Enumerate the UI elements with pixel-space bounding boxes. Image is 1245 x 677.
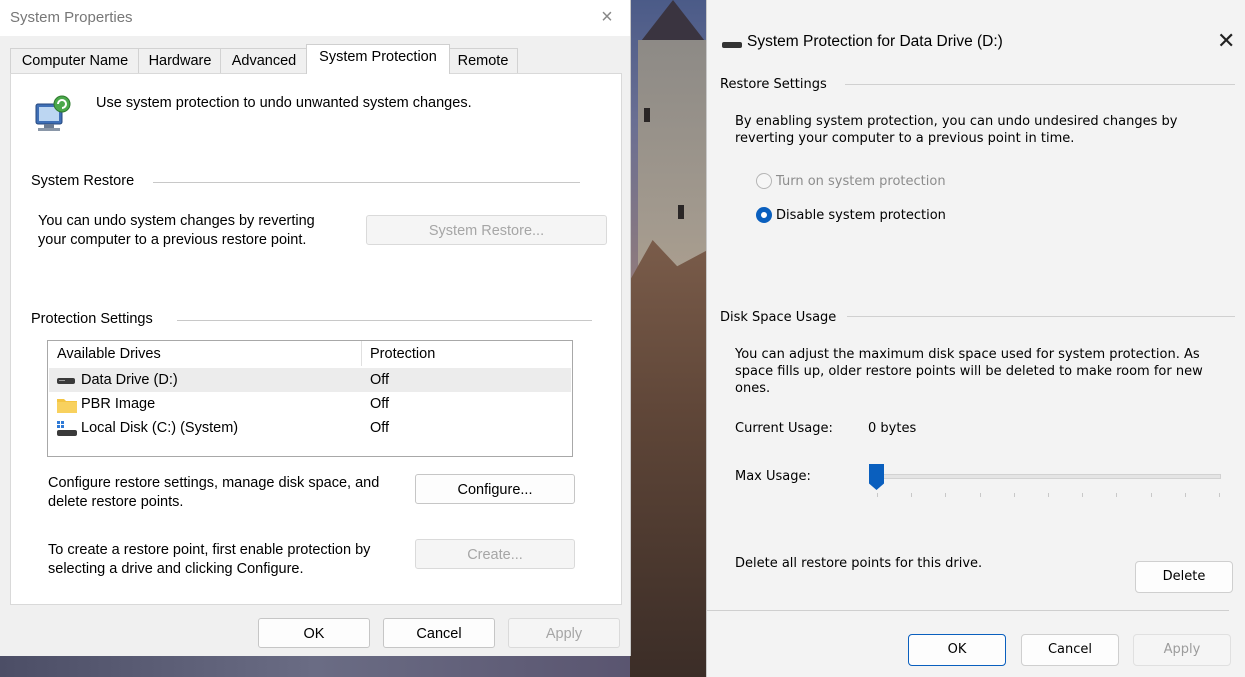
turn-on-protection-radio[interactable] [756, 173, 772, 189]
cancel-button[interactable]: Cancel [1021, 634, 1119, 666]
drive-protection-status: Off [370, 372, 390, 388]
column-header-drives[interactable]: Available Drives [57, 346, 161, 362]
tab-hardware[interactable]: Hardware [138, 48, 222, 73]
disable-protection-radio[interactable] [756, 207, 772, 223]
footer-divider [707, 610, 1229, 611]
system-protection-drive-window: System Protection for Data Drive (D:) ✕ … [706, 0, 1245, 677]
drive-name: PBR Image [81, 396, 156, 412]
close-icon[interactable]: × [596, 6, 618, 28]
system-restore-divider [153, 182, 580, 183]
close-icon[interactable]: ✕ [1217, 31, 1235, 53]
cancel-button[interactable]: Cancel [383, 618, 495, 648]
configure-description: Configure restore settings, manage disk … [48, 474, 379, 512]
current-usage-value: 0 bytes [868, 421, 917, 436]
apply-button[interactable]: Apply [508, 618, 620, 648]
restore-settings-description-line: By enabling system protection, you can u… [735, 114, 1178, 129]
slider-tick [1014, 493, 1015, 497]
slider-tick [1219, 493, 1220, 497]
slider-tick [877, 493, 878, 497]
slider-tick [1185, 493, 1186, 497]
drive-name: Data Drive (D:) [81, 372, 178, 388]
create-description-line: To create a restore point, first enable … [48, 542, 371, 558]
desktop-wallpaper [628, 0, 710, 677]
castle-window [678, 205, 684, 219]
disk-space-description-line: You can adjust the maximum disk space us… [735, 347, 1200, 362]
turn-on-protection-label[interactable]: Turn on system protection [776, 173, 946, 190]
system-protection-icon [32, 94, 74, 134]
configure-description-line: delete restore points. [48, 494, 184, 510]
delete-description: Delete all restore points for this drive… [735, 556, 983, 571]
folder-icon [57, 397, 77, 413]
column-separator [361, 341, 362, 366]
tab-advanced[interactable]: Advanced [220, 48, 308, 73]
drive-row-local-disk[interactable]: Local Disk (C:) (System) Off [49, 416, 571, 440]
disk-space-heading: Disk Space Usage [720, 310, 837, 325]
slider-tick [1151, 493, 1152, 497]
create-description-line: selecting a drive and clicking Configure… [48, 561, 304, 577]
tab-computer-name[interactable]: Computer Name [10, 48, 140, 73]
window-title: System Properties [10, 9, 133, 26]
current-usage-label: Current Usage: [735, 421, 833, 436]
system-restore-button[interactable]: System Restore... [366, 215, 607, 245]
apply-button[interactable]: Apply [1133, 634, 1231, 666]
system-restore-description-line: You can undo system changes by reverting [38, 213, 315, 229]
system-drive-icon [57, 421, 77, 436]
system-restore-description: You can undo system changes by reverting… [38, 212, 315, 250]
drive-icon [722, 38, 742, 54]
restore-settings-divider [845, 84, 1235, 85]
castle-rock [628, 240, 710, 677]
create-button[interactable]: Create... [415, 539, 575, 569]
drive-icon [57, 373, 75, 387]
castle-window [644, 108, 650, 122]
slider-tick [980, 493, 981, 497]
slider-tick [911, 493, 912, 497]
column-header-protection[interactable]: Protection [370, 346, 435, 362]
ok-button[interactable]: OK [908, 634, 1006, 666]
disk-space-description: You can adjust the maximum disk space us… [735, 346, 1203, 397]
slider-tick [1082, 493, 1083, 497]
slider-tick [945, 493, 946, 497]
configure-description-line: Configure restore settings, manage disk … [48, 475, 380, 491]
disk-space-divider [847, 316, 1235, 317]
intro-text: Use system protection to undo unwanted s… [96, 95, 472, 111]
drive-name: Local Disk (C:) (System) [81, 420, 239, 436]
max-usage-slider-thumb[interactable] [869, 464, 884, 490]
delete-button[interactable]: Delete [1135, 561, 1233, 593]
tab-system-protection[interactable]: System Protection [306, 44, 450, 74]
drive-row-pbr-image[interactable]: PBR Image Off [49, 392, 571, 416]
slider-tick [1048, 493, 1049, 497]
max-usage-label: Max Usage: [735, 469, 811, 484]
disk-space-description-line: ones. [735, 381, 771, 396]
castle-roof [638, 0, 708, 45]
restore-settings-heading: Restore Settings [720, 77, 827, 92]
max-usage-slider-track[interactable] [877, 474, 1221, 479]
titlebar[interactable]: System Properties × [0, 0, 630, 36]
drive-list[interactable]: Available Drives Protection Data Drive (… [47, 340, 573, 457]
restore-settings-description: By enabling system protection, you can u… [735, 113, 1177, 147]
system-properties-window: System Properties × Computer Name Hardwa… [0, 0, 631, 656]
system-restore-description-line: your computer to a previous restore poin… [38, 232, 307, 248]
system-protection-panel [10, 73, 622, 605]
disable-protection-label[interactable]: Disable system protection [776, 207, 946, 224]
ok-button[interactable]: OK [258, 618, 370, 648]
drive-row-data-drive[interactable]: Data Drive (D:) Off [49, 368, 571, 392]
desktop-wallpaper-strip [0, 655, 630, 677]
tab-remote[interactable]: Remote [448, 48, 518, 73]
system-restore-heading: System Restore [31, 173, 135, 189]
drive-protection-status: Off [370, 396, 390, 412]
window-title: System Protection for Data Drive (D:) [747, 33, 1003, 50]
drive-protection-status: Off [370, 420, 390, 436]
create-description: To create a restore point, first enable … [48, 541, 370, 579]
protection-settings-heading: Protection Settings [31, 311, 153, 327]
disk-space-description-line: space fills up, older restore points wil… [735, 364, 1203, 379]
protection-settings-divider [177, 320, 592, 321]
titlebar[interactable]: System Protection for Data Drive (D:) ✕ [707, 0, 1245, 70]
slider-tick [1116, 493, 1117, 497]
configure-button[interactable]: Configure... [415, 474, 575, 504]
restore-settings-description-line: reverting your computer to a previous po… [735, 131, 1075, 146]
